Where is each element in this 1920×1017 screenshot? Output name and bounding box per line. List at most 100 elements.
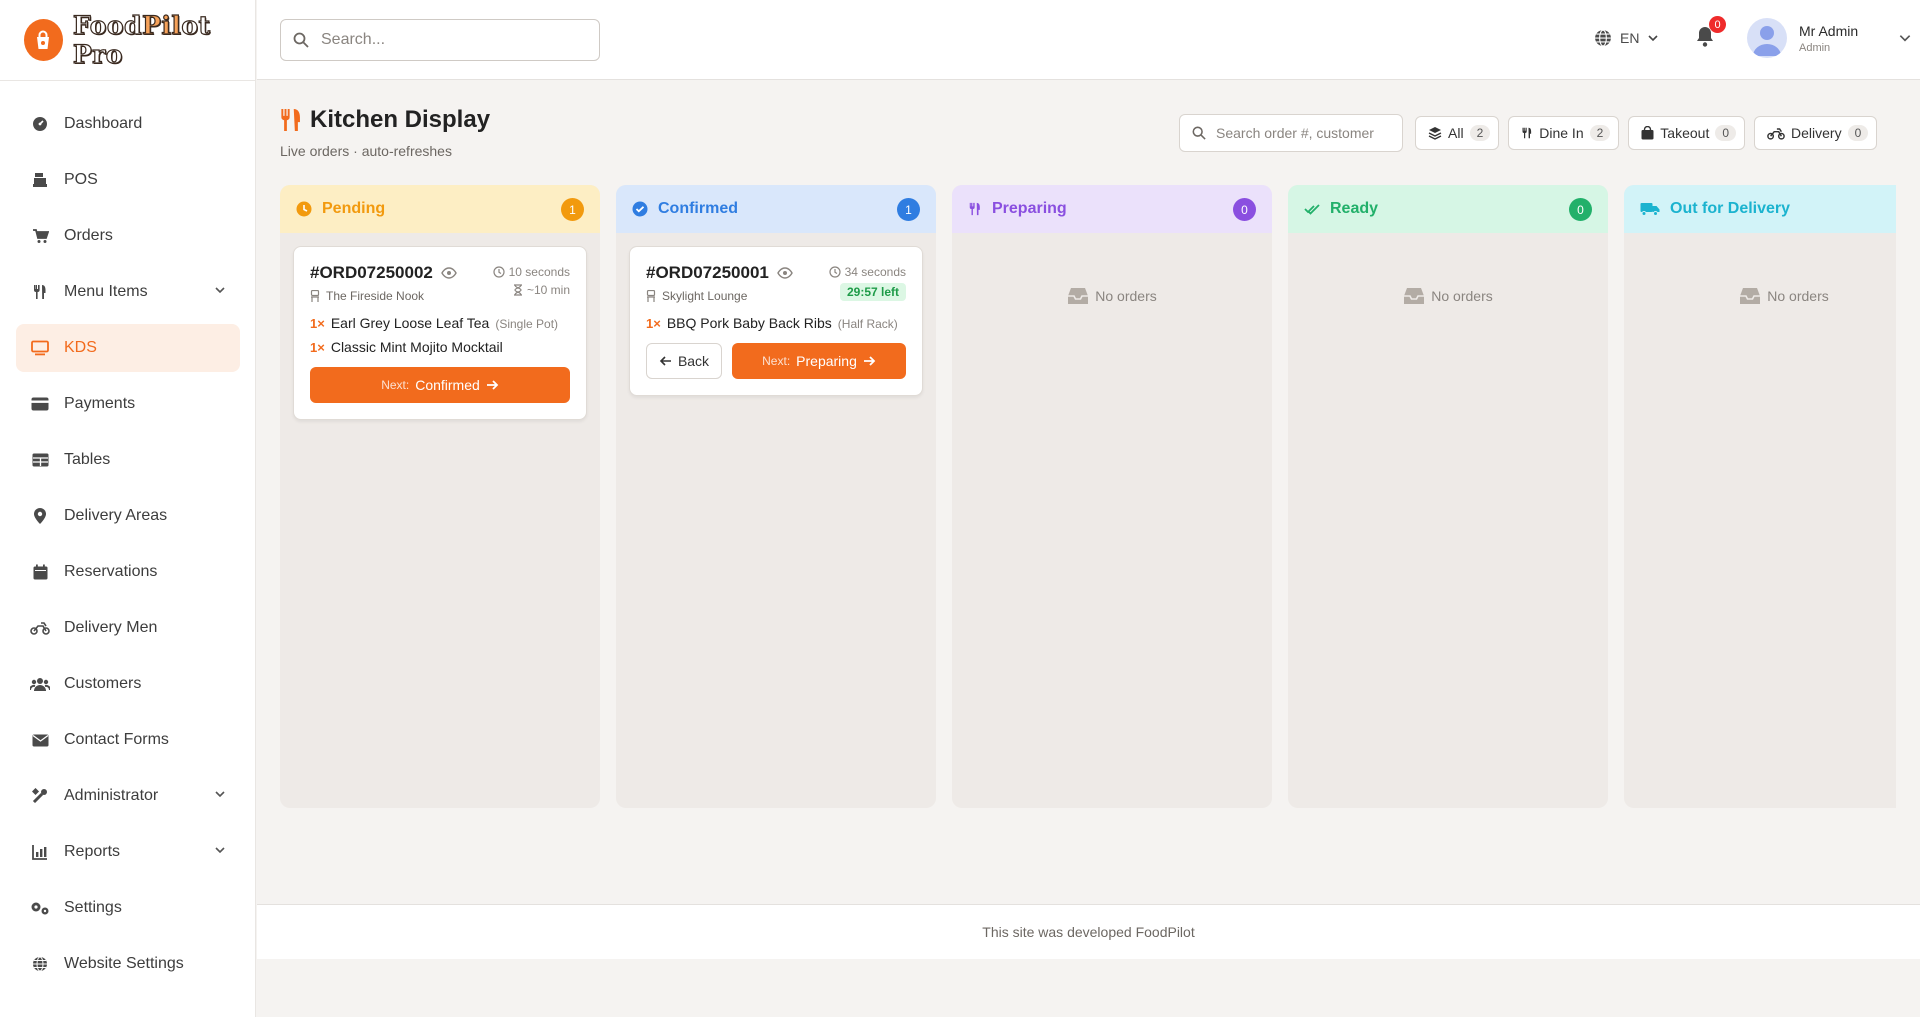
column-header: Out for Delivery — [1624, 185, 1896, 233]
envelope-icon — [30, 730, 50, 750]
sidebar-item-label: Orders — [64, 227, 113, 244]
empty-state: No orders — [1288, 287, 1608, 305]
chair-icon — [646, 290, 656, 302]
search-icon — [1192, 126, 1206, 140]
column-ready: Ready 0 No orders — [1288, 185, 1608, 808]
filter-all[interactable]: All 2 — [1415, 116, 1500, 150]
filter-label: Takeout — [1660, 125, 1710, 141]
order-search[interactable] — [1179, 114, 1403, 152]
column-count-badge: 1 — [561, 198, 584, 221]
map-pin-icon — [30, 506, 50, 526]
filter-delivery[interactable]: Delivery 0 — [1754, 116, 1878, 150]
order-id-text: #ORD07250001 — [646, 263, 769, 282]
sidebar-item-delivery-areas[interactable]: Delivery Areas — [16, 492, 240, 540]
cart-icon — [30, 226, 50, 246]
sidebar-item-website-settings[interactable]: Website Settings — [16, 940, 240, 988]
sidebar-item-label: Contact Forms — [64, 731, 169, 748]
time-left-badge: 29:57 left — [839, 283, 906, 301]
app-logo[interactable]: FoodPilot Pro — [24, 10, 255, 70]
sidebar-item-label: Delivery Men — [64, 619, 158, 636]
user-menu[interactable]: Mr Admin Admin — [1747, 18, 1912, 58]
filter-label: Delivery — [1791, 125, 1842, 141]
item-name: Earl Grey Loose Leaf Tea — [330, 315, 490, 331]
sidebar-item-delivery-men[interactable]: Delivery Men — [16, 604, 240, 652]
sidebar-item-label: Menu Items — [64, 283, 148, 300]
sidebar-item-kds[interactable]: KDS — [16, 324, 240, 372]
app-logo-text: FoodPilot Pro — [72, 10, 211, 69]
filter-label: Dine In — [1539, 125, 1584, 141]
order-line-item: 1× Classic Mint Mojito Mocktail — [310, 339, 570, 355]
filter-count: 0 — [1847, 125, 1869, 141]
clock-icon — [296, 201, 312, 217]
inbox-icon — [1739, 287, 1761, 305]
language-selector[interactable]: EN — [1594, 29, 1659, 47]
chart-icon — [30, 842, 50, 862]
item-name: BBQ Pork Baby Back Ribs — [666, 315, 832, 331]
order-id-text: #ORD07250002 — [310, 263, 433, 282]
sidebar-item-reservations[interactable]: Reservations — [16, 548, 240, 596]
page-subtitle: Live orders · auto-refreshes — [280, 143, 452, 159]
next-status-button[interactable]: Next: Preparing — [732, 343, 906, 379]
avatar — [1747, 18, 1787, 58]
item-name: Classic Mint Mojito Mocktail — [330, 339, 503, 355]
filter-dine-in[interactable]: Dine In 2 — [1508, 116, 1620, 150]
order-card[interactable]: #ORD07250001 Skylight Lounge 34 seconds … — [629, 246, 923, 396]
next-prefix: Next: — [762, 354, 791, 368]
sidebar-item-label: Settings — [64, 899, 122, 916]
next-status-button[interactable]: Next: Confirmed — [310, 367, 570, 403]
order-type-filters: All 2 Dine In 2 Takeout 0 Delivery 0 — [1415, 116, 1878, 150]
column-title: Confirmed — [658, 200, 738, 217]
global-search[interactable] — [280, 19, 600, 61]
empty-state: No orders — [1624, 287, 1896, 305]
filter-takeout[interactable]: Takeout 0 — [1628, 116, 1746, 150]
column-count-badge: 0 — [1569, 198, 1592, 221]
sidebar-item-administrator[interactable]: Administrator — [16, 772, 240, 820]
monitor-icon — [30, 338, 50, 358]
order-meta: 34 seconds 29:57 left — [829, 263, 906, 301]
next-prefix: Next: — [381, 378, 410, 392]
sidebar-item-menu-items[interactable]: Menu Items — [16, 268, 240, 316]
check-circle-icon — [632, 201, 648, 217]
eye-icon[interactable] — [777, 267, 793, 279]
sidebar-item-customers[interactable]: Customers — [16, 660, 240, 708]
sidebar-item-reports[interactable]: Reports — [16, 828, 240, 876]
sidebar-item-label: Tables — [64, 451, 111, 468]
item-qty: 1× — [310, 316, 325, 331]
order-card[interactable]: #ORD07250002 The Fireside Nook 10 second… — [293, 246, 587, 420]
chef-bag-icon — [24, 19, 63, 61]
order-search-input[interactable] — [1216, 125, 1386, 141]
truck-icon — [1640, 202, 1660, 216]
column-pending: Pending 1 #ORD07250002 The Fireside Nook… — [280, 185, 600, 808]
sidebar-item-pos[interactable]: POS — [16, 156, 240, 204]
sidebar-item-label: Reports — [64, 843, 121, 860]
column-out-for-delivery: Out for Delivery No orders — [1624, 185, 1896, 808]
clock-icon — [829, 266, 841, 278]
gears-icon — [30, 898, 50, 918]
chevron-down-icon — [214, 844, 226, 856]
users-icon — [30, 674, 50, 694]
sidebar-item-settings[interactable]: Settings — [16, 884, 240, 932]
sidebar-nav: Dashboard POS Orders Menu Items KDS Paym… — [16, 100, 240, 996]
sidebar-item-dashboard[interactable]: Dashboard — [16, 100, 240, 148]
column-title: Out for Delivery — [1670, 200, 1791, 217]
arrow-right-icon — [863, 355, 876, 367]
empty-state: No orders — [952, 287, 1272, 305]
footer-text: This site was developed FoodPilot — [982, 924, 1195, 940]
eye-icon[interactable] — [441, 267, 457, 279]
inbox-icon — [1403, 287, 1425, 305]
sidebar-item-label: Administrator — [64, 787, 159, 804]
search-input[interactable] — [321, 31, 571, 49]
column-count-badge: 0 — [1233, 198, 1256, 221]
sidebar-item-orders[interactable]: Orders — [16, 212, 240, 260]
credit-card-icon — [30, 394, 50, 414]
user-name: Mr Admin — [1799, 22, 1859, 39]
sidebar-item-tables[interactable]: Tables — [16, 436, 240, 484]
sidebar-item-contact-forms[interactable]: Contact Forms — [16, 716, 240, 764]
back-button[interactable]: Back — [646, 343, 722, 379]
sidebar-item-payments[interactable]: Payments — [16, 380, 240, 428]
sidebar-item-label: KDS — [64, 339, 97, 356]
sidebar-divider — [0, 80, 256, 81]
page-title-text: Kitchen Display — [310, 106, 491, 133]
order-meta: 10 seconds ~10 min — [493, 263, 570, 299]
filter-count: 0 — [1715, 125, 1737, 141]
